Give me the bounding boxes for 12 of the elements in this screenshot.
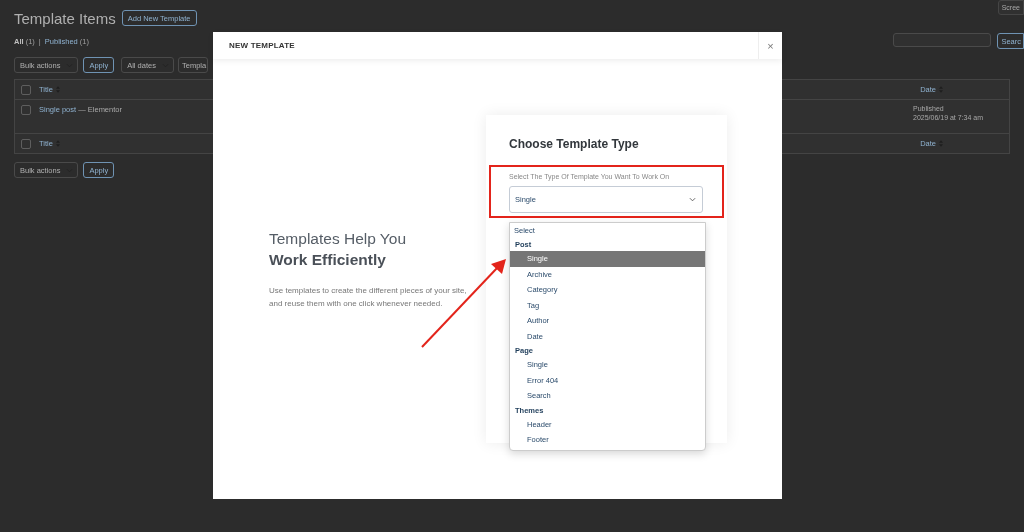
close-button[interactable]: × [758, 32, 782, 59]
intro-heading: Templates Help You [269, 230, 407, 248]
row-checkbox[interactable] [21, 105, 31, 115]
chevron-icon [689, 197, 696, 202]
checkbox[interactable] [21, 138, 31, 149]
dialog-title: NEW TEMPLATE [229, 41, 295, 50]
checkbox[interactable] [21, 84, 31, 95]
page-title: Template Items [14, 9, 116, 27]
search-field[interactable] [893, 33, 992, 47]
intro-heading-bold: Work Efficiently [269, 251, 387, 269]
intro-description: Use templates to create the different pieces of your site, and reuse them with one click whenever needed. [269, 285, 468, 310]
card-title: Choose Template Type [508, 137, 640, 151]
